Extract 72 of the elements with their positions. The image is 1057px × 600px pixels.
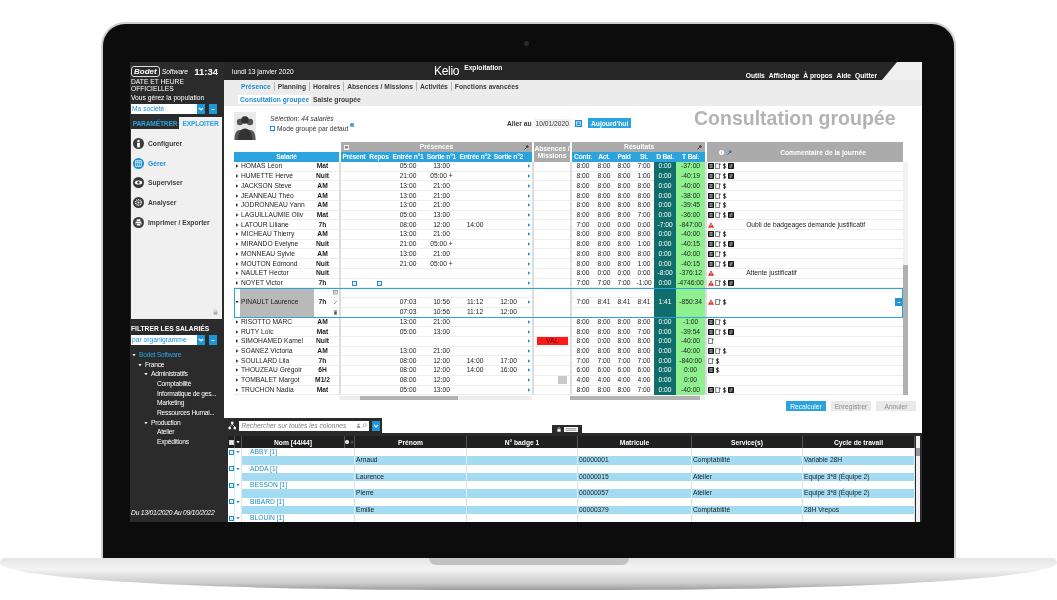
wrench-icon[interactable] <box>524 144 530 150</box>
minus-icon <box>210 106 216 112</box>
caret-icon[interactable] <box>235 251 239 256</box>
caret-icon[interactable] <box>235 349 239 353</box>
user-icon[interactable] <box>356 423 362 428</box>
caret-icon[interactable] <box>235 164 239 169</box>
caret-icon[interactable] <box>235 212 239 217</box>
caret-icon[interactable] <box>235 319 239 324</box>
caret-icon[interactable] <box>235 174 239 179</box>
caret-icon[interactable] <box>235 203 239 208</box>
scrollbar[interactable] <box>570 396 705 401</box>
people-icon <box>234 112 256 140</box>
info-icon[interactable] <box>718 149 724 155</box>
trash-icon[interactable] <box>332 309 338 315</box>
chevron-down-icon <box>373 422 380 429</box>
info-icon[interactable] <box>350 123 355 127</box>
scrollbar[interactable] <box>903 162 909 395</box>
caret-icon[interactable] <box>235 242 239 247</box>
caret-icon[interactable] <box>235 271 239 276</box>
wrench-icon[interactable] <box>697 144 703 150</box>
app-logo: Kelio <box>434 64 460 78</box>
comment-icon[interactable] <box>344 144 349 150</box>
dropdown-button[interactable] <box>372 420 380 431</box>
caret-icon[interactable] <box>235 222 239 227</box>
minus-icon <box>210 337 216 343</box>
comment-icon[interactable] <box>332 290 338 296</box>
checkbox[interactable] <box>228 449 234 455</box>
scrollbar[interactable] <box>339 396 532 401</box>
calendar-icon <box>133 157 144 169</box>
checkbox[interactable] <box>351 280 357 286</box>
caret-icon[interactable] <box>235 368 239 373</box>
wrench-icon[interactable] <box>726 149 732 155</box>
checkbox[interactable] <box>228 482 234 488</box>
printer-icon <box>133 216 144 228</box>
caret-icon[interactable] <box>236 440 240 444</box>
caret-icon[interactable] <box>235 232 239 237</box>
handle-icon[interactable] <box>563 426 578 432</box>
calendar-icon[interactable] <box>575 119 582 127</box>
caret-icon[interactable] <box>235 193 239 198</box>
caret-icon[interactable] <box>235 378 239 383</box>
caret-icon[interactable] <box>235 329 239 334</box>
caret-icon[interactable] <box>235 358 239 363</box>
checkbox[interactable] <box>228 499 234 505</box>
caret-icon[interactable] <box>235 281 239 285</box>
checkbox[interactable] <box>228 440 234 446</box>
caret-icon[interactable] <box>235 261 239 266</box>
logo-name: Bodet <box>131 65 160 77</box>
lock-icon[interactable] <box>556 426 561 432</box>
info-icon[interactable] <box>345 440 349 444</box>
caret-icon[interactable] <box>235 339 239 344</box>
chevron-down-icon <box>198 106 204 112</box>
collapse-button[interactable] <box>209 335 217 345</box>
caret-icon[interactable] <box>235 387 239 392</box>
camera-icon <box>523 40 529 46</box>
eye-icon <box>133 177 144 189</box>
page-title: Consultation groupée <box>694 106 897 131</box>
checkbox[interactable] <box>228 466 234 472</box>
info-icon <box>133 138 144 150</box>
checkbox[interactable] <box>270 126 275 131</box>
sort-icon[interactable] <box>350 440 354 444</box>
clock: 11:34 <box>194 65 218 77</box>
scrollbar[interactable] <box>916 436 920 522</box>
minus-icon <box>895 299 902 306</box>
checkbox[interactable] <box>376 280 382 286</box>
checkbox[interactable] <box>228 515 234 521</box>
gear-icon <box>133 197 144 209</box>
collapse-button[interactable] <box>895 298 903 307</box>
caret-icon[interactable] <box>235 183 239 188</box>
chevron-down-icon <box>198 337 204 343</box>
collapse-button[interactable] <box>209 104 217 114</box>
hierarchy-icon[interactable] <box>228 421 237 430</box>
pencil-icon[interactable] <box>332 299 338 305</box>
